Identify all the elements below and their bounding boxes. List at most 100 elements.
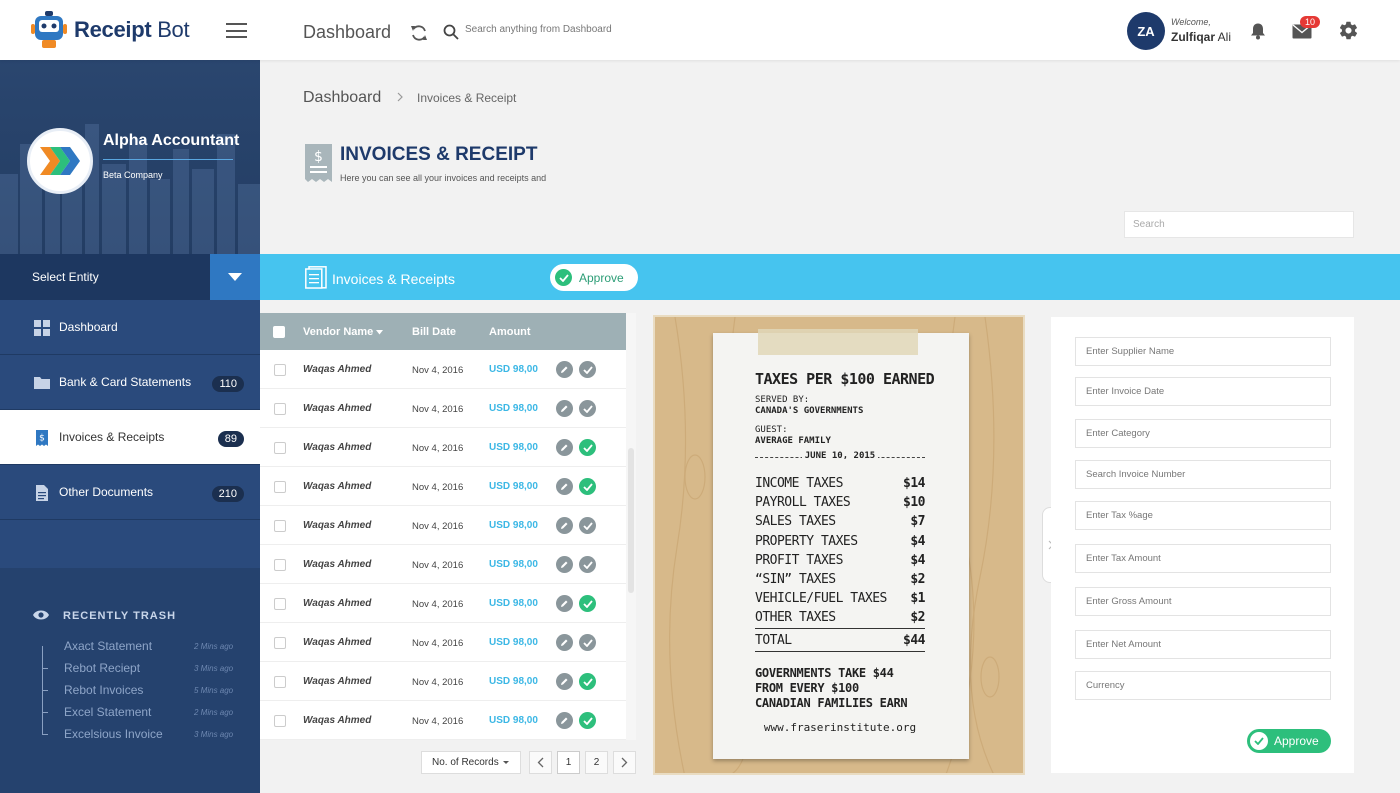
table-row[interactable]: Waqas Ahmed Nov 4, 2016 USD 98,00 — [260, 389, 626, 428]
trash-time: 3 Mins ago — [194, 664, 234, 673]
bell-icon[interactable] — [1249, 22, 1267, 40]
prev-page-button[interactable] — [529, 751, 552, 774]
approve-all-button[interactable]: Approve — [550, 264, 638, 291]
avatar[interactable]: ZA — [1127, 12, 1165, 50]
row-checkbox[interactable] — [274, 442, 286, 454]
net-amount-input[interactable] — [1075, 630, 1331, 659]
edit-icon[interactable] — [556, 439, 573, 456]
page-subtitle: Here you can see all your invoices and r… — [340, 173, 547, 183]
trash-item[interactable]: Excelsious Invoice — [64, 727, 163, 741]
top-title: Dashboard — [303, 22, 392, 42]
table-row[interactable]: Waqas Ahmed Nov 4, 2016 USD 98,00 — [260, 662, 626, 701]
table-row[interactable]: Waqas Ahmed Nov 4, 2016 USD 98,00 — [260, 701, 626, 740]
row-checkbox[interactable] — [274, 598, 286, 610]
column-amount[interactable]: Amount — [489, 326, 531, 338]
caret-down-icon — [502, 761, 509, 764]
sidebar-item-bank-card-statements[interactable]: Bank & Card Statements 110 — [0, 355, 260, 410]
refresh-icon[interactable] — [409, 23, 429, 43]
sidebar-nav: Dashboard Bank & Card Statements 110 $ I… — [0, 300, 260, 520]
chevrons-logo-icon — [40, 147, 80, 175]
chevron-right-icon — [397, 92, 403, 102]
app-logo[interactable]: Receipt Bot — [30, 10, 190, 50]
row-checkbox[interactable] — [274, 676, 286, 688]
invoice-date-input[interactable] — [1075, 377, 1331, 406]
table-row[interactable]: Waqas Ahmed Nov 4, 2016 USD 98,00 — [260, 428, 626, 467]
edit-icon[interactable] — [556, 400, 573, 417]
receipt-preview: TAXES PER $100 EARNED SERVED BY: CANADA'S… — [653, 315, 1025, 775]
records-per-page-select[interactable]: No. of Records — [421, 751, 521, 774]
row-checkbox[interactable] — [274, 403, 286, 415]
edit-icon[interactable] — [556, 634, 573, 651]
page-2-button[interactable]: 2 — [585, 751, 608, 774]
edit-icon[interactable] — [556, 673, 573, 690]
table-row[interactable]: Waqas Ahmed Nov 4, 2016 USD 98,00 — [260, 506, 626, 545]
page-1-button[interactable]: 1 — [557, 751, 580, 774]
column-bill-date[interactable]: Bill Date — [412, 326, 456, 338]
receipt-rule — [755, 651, 925, 652]
svg-text:$: $ — [39, 434, 45, 444]
table-row[interactable]: Waqas Ahmed Nov 4, 2016 USD 98,00 — [260, 545, 626, 584]
global-search-input[interactable] — [465, 24, 705, 35]
page-search-input[interactable] — [1124, 211, 1354, 238]
edit-icon[interactable] — [556, 712, 573, 729]
category-input[interactable] — [1075, 419, 1331, 448]
edit-icon[interactable] — [556, 361, 573, 378]
trash-item[interactable]: Axact Statement — [64, 639, 152, 653]
row-checkbox[interactable] — [274, 481, 286, 493]
edit-icon[interactable] — [556, 595, 573, 612]
edit-icon[interactable] — [556, 556, 573, 573]
approve-status-icon[interactable] — [579, 595, 596, 612]
row-checkbox[interactable] — [274, 637, 286, 649]
approve-status-icon[interactable] — [579, 556, 596, 573]
tax-amount-input[interactable] — [1075, 544, 1331, 573]
row-checkbox[interactable] — [274, 715, 286, 727]
edit-icon[interactable] — [556, 478, 573, 495]
gear-icon[interactable] — [1338, 20, 1359, 41]
invoices-table: Vendor Name Bill Date Amount Waqas Ahmed… — [260, 313, 636, 740]
table-row[interactable]: Waqas Ahmed Nov 4, 2016 USD 98,00 — [260, 584, 626, 623]
row-checkbox[interactable] — [274, 520, 286, 532]
edit-icon[interactable] — [556, 517, 573, 534]
row-checkbox[interactable] — [274, 559, 286, 571]
sidebar-item-dashboard[interactable]: Dashboard — [0, 300, 260, 355]
sort-desc-icon — [376, 330, 384, 335]
table-row[interactable]: Waqas Ahmed Nov 4, 2016 USD 98,00 — [260, 467, 626, 506]
trash-item[interactable]: Rebot Invoices — [64, 683, 143, 697]
scrollbar-thumb[interactable] — [628, 448, 634, 593]
sidebar-item-other-documents[interactable]: Other Documents 210 — [0, 465, 260, 520]
entity-dropdown-button[interactable] — [210, 254, 260, 300]
approve-status-icon[interactable] — [579, 361, 596, 378]
table-row[interactable]: Waqas Ahmed Nov 4, 2016 USD 98,00 — [260, 350, 626, 389]
currency-input[interactable] — [1075, 671, 1331, 700]
table-scrollbar[interactable] — [626, 313, 636, 740]
approve-status-icon[interactable] — [579, 634, 596, 651]
table-row[interactable]: Waqas Ahmed Nov 4, 2016 USD 98,00 — [260, 623, 626, 662]
breadcrumb-root[interactable]: Dashboard — [303, 89, 381, 107]
select-all-checkbox[interactable] — [273, 326, 285, 338]
robot-logo-icon — [31, 11, 67, 48]
approve-status-icon[interactable] — [579, 400, 596, 417]
approve-status-icon[interactable] — [579, 712, 596, 729]
gross-amount-input[interactable] — [1075, 587, 1331, 616]
column-vendor-name[interactable]: Vendor Name — [303, 326, 384, 338]
company-logo[interactable] — [27, 128, 93, 194]
sidebar-item-invoices-receipts[interactable]: $ Invoices & Receipts 89 — [0, 410, 260, 465]
row-checkbox[interactable] — [274, 364, 286, 376]
entity-selector[interactable]: Select Entity — [0, 254, 260, 300]
count-badge: 210 — [211, 486, 244, 502]
user-name[interactable]: Zulfiqar Ali — [1171, 30, 1231, 44]
approve-status-icon[interactable] — [579, 517, 596, 534]
next-page-button[interactable] — [613, 751, 636, 774]
eye-icon[interactable] — [33, 609, 49, 621]
approve-status-icon[interactable] — [579, 478, 596, 495]
trash-item[interactable]: Rebot Reciept — [64, 661, 140, 675]
tax-percentage-input[interactable] — [1075, 501, 1331, 530]
sidebar-item-label: Bank & Card Statements — [59, 375, 192, 389]
supplier-name-input[interactable] — [1075, 337, 1331, 366]
approve-status-icon[interactable] — [579, 439, 596, 456]
invoice-number-search-input[interactable] — [1075, 460, 1331, 489]
approve-button[interactable]: Approve — [1247, 729, 1331, 753]
approve-status-icon[interactable] — [579, 673, 596, 690]
trash-item[interactable]: Excel Statement — [64, 705, 151, 719]
menu-icon[interactable] — [226, 23, 247, 38]
